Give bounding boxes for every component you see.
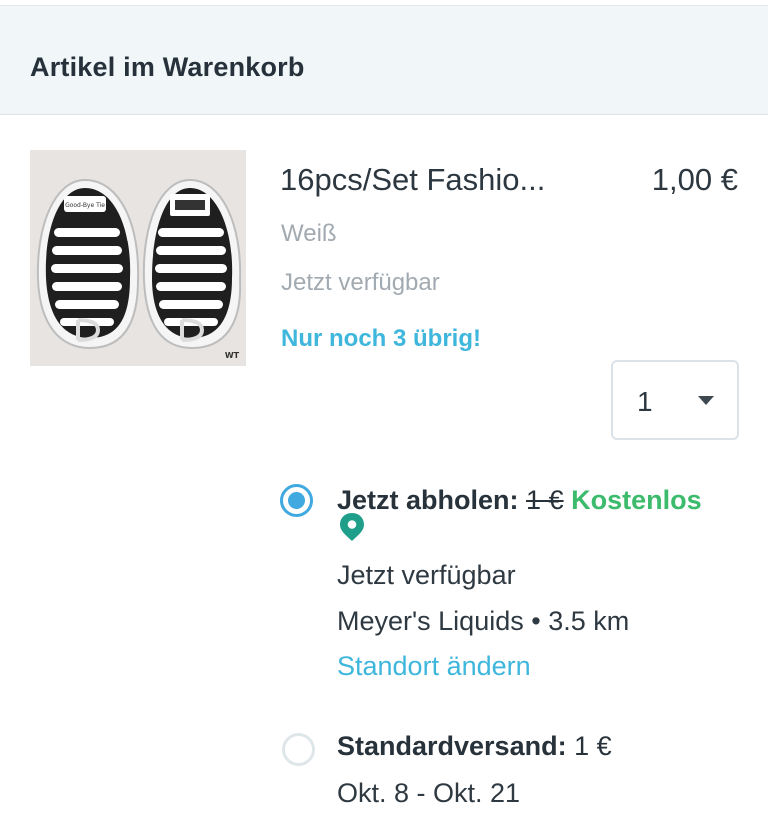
pickup-availability: Jetzt verfügbar — [337, 560, 516, 590]
pickup-store-line: Meyer's Liquids • 3.5 km — [337, 606, 629, 637]
page-title: Artikel im Warenkorb — [30, 52, 305, 82]
standard-shipping-price: 1 € — [574, 731, 612, 761]
product-image[interactable]: Good-Bye Tie WT — [30, 150, 246, 366]
map-pin-icon — [340, 513, 364, 541]
standard-shipping-radio[interactable] — [282, 733, 315, 766]
store-name: Meyer's Liquids — [337, 606, 524, 636]
product-price: 1,00 € — [651, 162, 738, 197]
caret-down-icon — [698, 396, 714, 405]
pickup-label: Jetzt abholen: — [337, 485, 519, 515]
product-variant: Weiß — [281, 220, 337, 247]
stock-warning: Nur noch 3 übrig! — [281, 325, 481, 352]
change-location-link[interactable]: Standort ändern — [337, 651, 531, 682]
separator-dot: • — [531, 606, 541, 636]
store-distance: 3.5 km — [548, 606, 630, 636]
radio-selected-dot — [288, 492, 305, 509]
product-name[interactable]: 16pcs/Set Fashio... — [280, 162, 600, 198]
cart-header: Artikel im Warenkorb — [0, 5, 768, 115]
pickup-option-title: Jetzt abholen: 1 € Kostenlos — [337, 485, 702, 516]
standard-shipping-label: Standardversand: — [337, 731, 567, 761]
shoelace-product-picture: Good-Bye Tie WT — [30, 150, 246, 366]
standard-shipping-title: Standardversand: 1 € — [337, 731, 612, 762]
svg-text:WT: WT — [225, 351, 240, 360]
svg-text:Good-Bye Tie: Good-Bye Tie — [65, 202, 105, 209]
pickup-price: Kostenlos — [571, 485, 702, 515]
pickup-radio[interactable] — [280, 484, 313, 517]
product-availability: Jetzt verfügbar — [281, 269, 440, 296]
quantity-select[interactable]: 1 — [611, 360, 739, 440]
quantity-value: 1 — [637, 386, 653, 417]
standard-shipping-dates: Okt. 8 - Okt. 21 — [337, 778, 521, 808]
pickup-old-price: 1 € — [526, 485, 564, 515]
